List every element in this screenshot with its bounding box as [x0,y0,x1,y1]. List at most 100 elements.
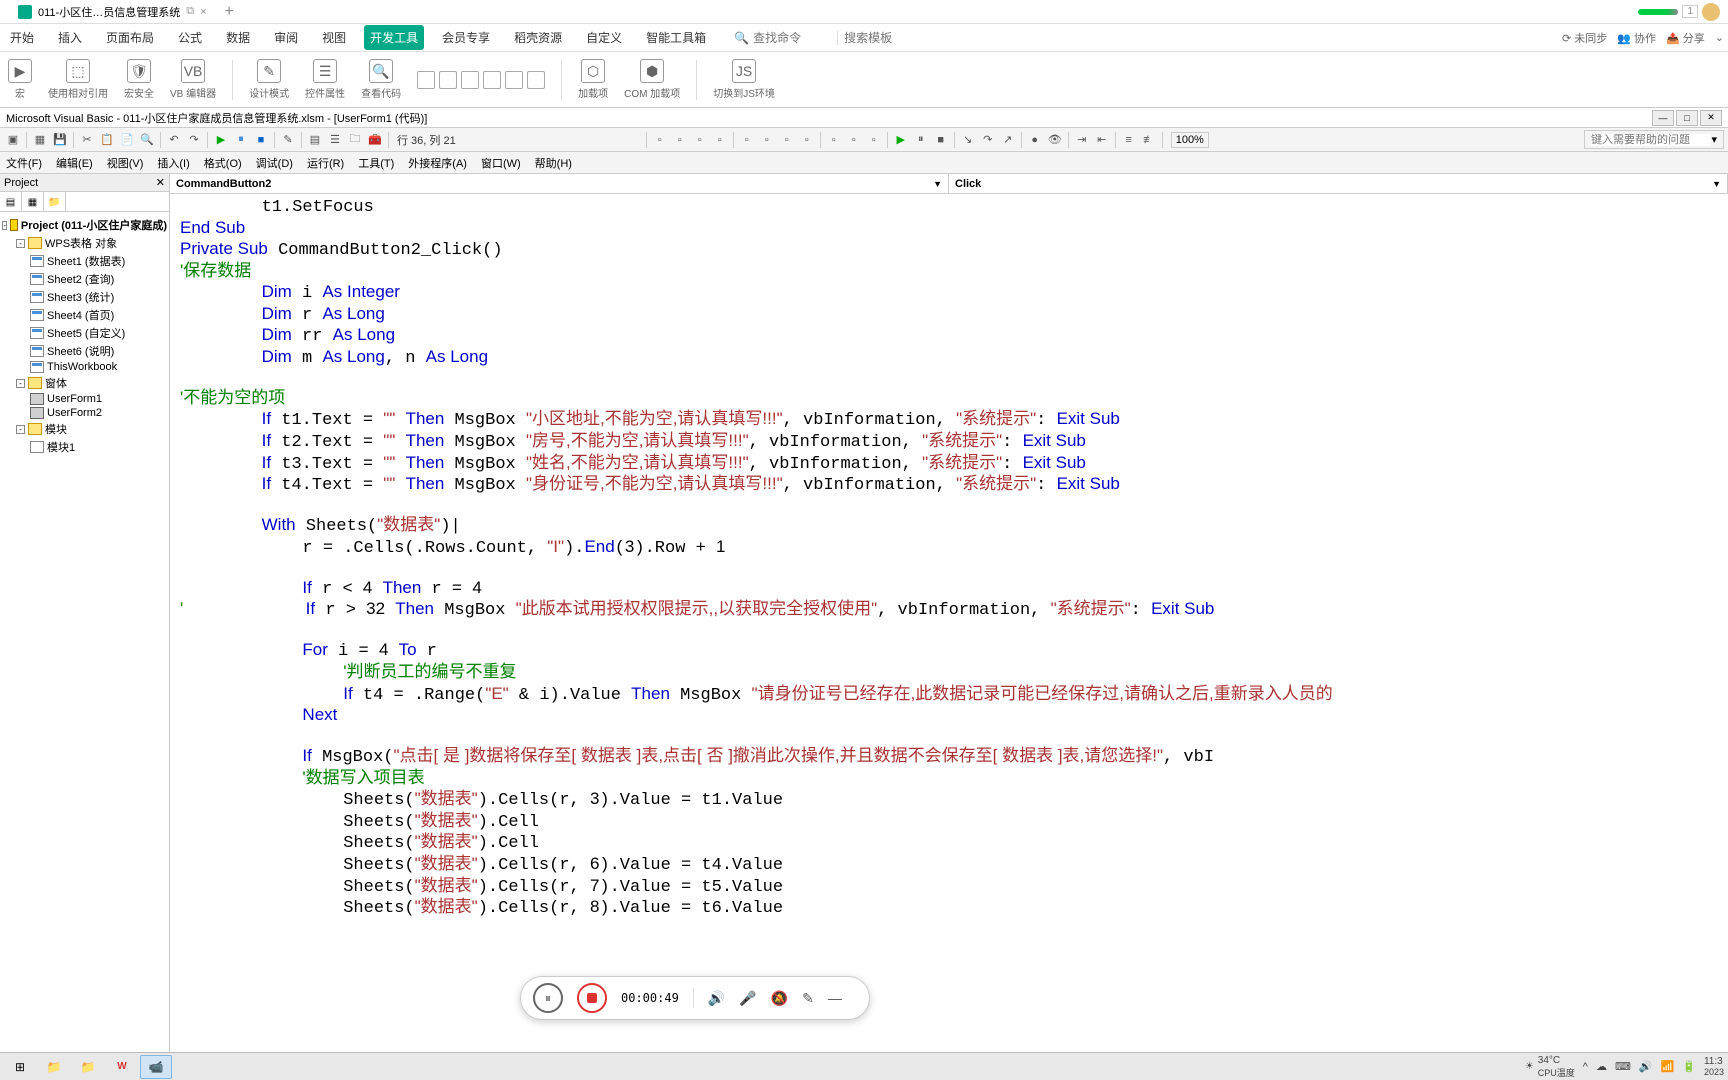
code-editor[interactable]: t1.SetFocus End Sub Private Sub CommandB… [170,194,1728,1052]
zoom-level[interactable]: 100% [1171,132,1209,148]
step-into-icon[interactable]: ↘ [959,131,977,149]
document-tab[interactable]: 011-小区住…员信息管理系统 ⧉ × [8,2,217,22]
tb8[interactable]: ▫ [798,131,816,149]
close-button[interactable]: ✕ [1700,110,1722,126]
menu-format[interactable]: 格式(O) [204,155,242,171]
view-form-tab[interactable]: ▦ [22,192,44,212]
tb5[interactable]: ▫ [738,131,756,149]
chevron-down-icon[interactable]: ⌄ [1715,31,1724,44]
minimize-button[interactable]: — [1652,110,1674,126]
tb4[interactable]: ▫ [711,131,729,149]
tb10[interactable]: ▫ [845,131,863,149]
tray-lang[interactable]: ⌨ [1615,1060,1631,1073]
explorer-app2[interactable]: 📁 [72,1055,104,1079]
tb11[interactable]: ▫ [865,131,883,149]
paste-icon[interactable]: 📄 [118,131,136,149]
tab-resource[interactable]: 稻壳资源 [508,25,568,50]
bell-off-icon[interactable]: 🔕 [771,990,788,1007]
doc-badge[interactable]: 1 [1682,5,1698,18]
tab-start[interactable]: 开始 [4,25,40,50]
stop-icon[interactable]: ■ [252,131,270,149]
view-code-button[interactable]: 🔍查看代码 [361,59,401,100]
sync-status[interactable]: ⟳ 未同步 [1562,30,1607,46]
pause2-icon[interactable]: ⏸ [912,131,930,149]
find-icon[interactable]: 🔍 [138,131,156,149]
chevron-down-icon[interactable]: ▾ [1711,133,1717,146]
mic-icon[interactable]: 🎤 [739,990,756,1007]
tb3[interactable]: ▫ [691,131,709,149]
tab-insert[interactable]: 插入 [52,25,88,50]
insert-icon[interactable]: ▦ [31,131,49,149]
tab-review[interactable]: 审阅 [268,25,304,50]
template-search[interactable] [837,31,897,45]
project-icon[interactable]: ▤ [306,131,324,149]
menu-run[interactable]: 运行(R) [307,155,344,171]
view-folder-tab[interactable]: 📁 [44,192,66,212]
add-tab-button[interactable]: + [225,3,234,21]
props-icon[interactable]: ☰ [326,131,344,149]
tab-formula[interactable]: 公式 [172,25,208,50]
search-input[interactable] [753,31,833,45]
run2-icon[interactable]: ▶ [892,131,910,149]
toolbox-icon[interactable]: 🧰 [366,131,384,149]
close-icon[interactable]: × [200,6,206,18]
tray-network[interactable]: ☁ [1596,1060,1607,1073]
stop-button[interactable] [577,983,607,1013]
start-button[interactable]: ⊞ [4,1055,36,1079]
tab-view[interactable]: 视图 [316,25,352,50]
menu-edit[interactable]: 编辑(E) [56,155,93,171]
clock[interactable]: 11:3 2023 [1704,1056,1724,1077]
recorder-app[interactable]: 📹 [140,1055,172,1079]
tab-custom[interactable]: 自定义 [580,25,628,50]
menu-addins[interactable]: 外接程序(A) [408,155,467,171]
pause-icon[interactable]: ⏸ [232,131,250,149]
screen-recorder[interactable]: ⏸ 00:00:49 🔊 🎤 🔕 ✎ — [520,976,870,1020]
menu-help[interactable]: 帮助(H) [535,155,572,171]
share-button[interactable]: 📤 分享 [1666,30,1705,46]
controls-group[interactable] [417,71,545,89]
tab-restore-icon[interactable]: ⧉ [186,5,194,18]
step-out-icon[interactable]: ↗ [999,131,1017,149]
tab-smart[interactable]: 智能工具箱 [640,25,712,50]
relative-ref-button[interactable]: ⬚使用相对引用 [48,59,108,100]
cut-icon[interactable]: ✂ [78,131,96,149]
tab-member[interactable]: 会员专享 [436,25,496,50]
collab-button[interactable]: 👥 协作 [1617,30,1656,46]
tab-layout[interactable]: 页面布局 [100,25,160,50]
macro-security-button[interactable]: 🛡宏安全 [124,59,154,100]
object-dropdown[interactable]: CommandButton2▼ [170,174,949,193]
speaker-icon[interactable]: 🔊 [708,990,725,1007]
tab-data[interactable]: 数据 [220,25,256,50]
tray-wifi[interactable]: 📶 [1661,1060,1675,1073]
project-tree[interactable]: -Project (011-小区住户家庭成) -WPS表格 对象 Sheet1 … [0,212,169,1052]
pen-icon[interactable]: ✎ [802,990,814,1007]
tab-developer[interactable]: 开发工具 [364,25,424,50]
pause-button[interactable]: ⏸ [533,983,563,1013]
tray-bat[interactable]: 🔋 [1682,1060,1696,1073]
view-excel-icon[interactable]: ▣ [4,131,22,149]
tb6[interactable]: ▫ [758,131,776,149]
browser-icon[interactable]: 🗀 [346,131,364,149]
tb7[interactable]: ▫ [778,131,796,149]
copy-icon[interactable]: 📋 [98,131,116,149]
addins-button[interactable]: ⬡加载项 [578,59,608,100]
avatar[interactable] [1702,3,1720,21]
explorer-app[interactable]: 📁 [38,1055,70,1079]
uncomment-icon[interactable]: ≢ [1140,131,1158,149]
help-search[interactable]: ▾ [1584,130,1724,149]
weather-widget[interactable]: ☀ 34°C CPU温度 [1525,1055,1575,1079]
menu-window[interactable]: 窗口(W) [481,155,521,171]
undo-icon[interactable]: ↶ [165,131,183,149]
macro-button[interactable]: ▶宏 [8,59,32,100]
tb1[interactable]: ▫ [651,131,669,149]
menu-view[interactable]: 视图(V) [107,155,144,171]
comment-icon[interactable]: ≡ [1120,131,1138,149]
step-over-icon[interactable]: ↷ [979,131,997,149]
properties-button[interactable]: ☰控件属性 [305,59,345,100]
menu-tools[interactable]: 工具(T) [358,155,394,171]
panel-close-icon[interactable]: ✕ [156,176,165,189]
view-code-tab[interactable]: ▤ [0,192,22,212]
tb2[interactable]: ▫ [671,131,689,149]
menu-debug[interactable]: 调试(D) [256,155,293,171]
indent-icon[interactable]: ⇥ [1073,131,1091,149]
